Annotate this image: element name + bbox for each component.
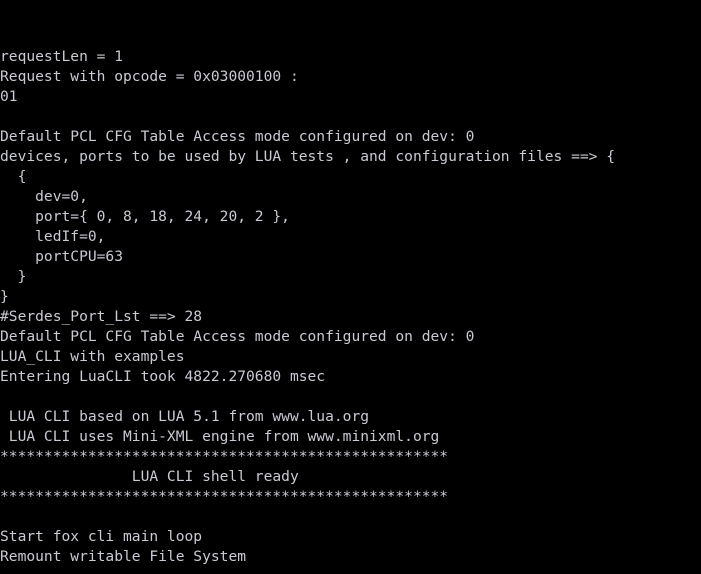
terminal-line: devices, ports to be used by LUA tests ,… <box>0 148 616 165</box>
terminal-line: LUA CLI shell ready <box>0 468 299 485</box>
terminal-line: Request with opcode = 0x03000100 : <box>0 68 299 85</box>
terminal-line: Remount writable File System <box>0 548 247 565</box>
terminal-line: portCPU=63 <box>0 248 124 265</box>
terminal-line: LUA CLI uses Mini-XML engine from www.mi… <box>0 428 440 445</box>
terminal-line: ****************************************… <box>0 448 449 465</box>
terminal-line: Default PCL CFG Table Access mode config… <box>0 328 475 345</box>
terminal-screen[interactable]: requestLen = 1 Request with opcode = 0x03… <box>0 0 701 574</box>
terminal-output: requestLen = 1 Request with opcode = 0x03… <box>0 47 701 574</box>
terminal-line: { <box>0 168 27 185</box>
terminal-line: port={ 0, 8, 18, 24, 20, 2 }, <box>0 208 290 225</box>
terminal-line: requestLen = 1 <box>0 48 124 65</box>
terminal-line: LUA_CLI with examples <box>0 348 185 365</box>
terminal-line: Start fox cli main loop <box>0 528 203 545</box>
terminal-line: Default PCL CFG Table Access mode config… <box>0 128 475 145</box>
terminal-line: Entering LuaCLI took 4822.270680 msec <box>0 368 326 385</box>
terminal-line: #Serdes_Port_Lst ==> 28 <box>0 308 203 325</box>
terminal-line: } <box>0 268 27 285</box>
terminal-line: } <box>0 288 9 305</box>
terminal-line: ledIf=0, <box>0 228 106 245</box>
terminal-line: ****************************************… <box>0 488 449 505</box>
terminal-line: LUA CLI based on LUA 5.1 from www.lua.or… <box>0 408 370 425</box>
terminal-line: dev=0, <box>0 188 88 205</box>
terminal-line: 01 <box>0 88 18 105</box>
